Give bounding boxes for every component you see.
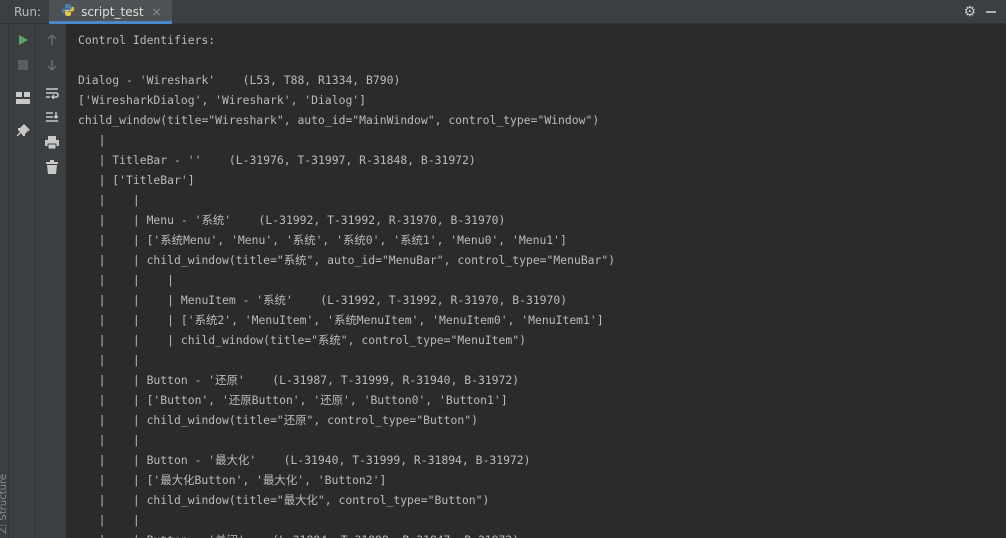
console-line: | | <box>78 513 140 527</box>
console-line: | | child_window(title="最大化", control_ty… <box>78 493 490 507</box>
console-line: | | | ['系统2', 'MenuItem', '系统MenuItem', … <box>78 313 604 327</box>
run-controls-strip <box>9 24 36 538</box>
console-line: | | child_window(title="系统", auto_id="Me… <box>78 253 616 267</box>
tab-script-test[interactable]: script_test × <box>49 0 172 24</box>
console-line: | | | child_window(title="系统", control_t… <box>78 333 526 347</box>
stop-icon[interactable] <box>13 55 33 75</box>
console-line: | | ['Button', '还原Button', '还原', 'Button… <box>78 393 508 407</box>
run-label: Run: <box>14 4 42 19</box>
soft-wrap-icon[interactable] <box>42 83 62 103</box>
minimize-icon[interactable] <box>986 10 996 13</box>
console-line: | | Menu - '系统' (L-31992, T-31992, R-319… <box>78 213 506 227</box>
arrow-down-icon[interactable] <box>42 55 62 75</box>
console-output[interactable]: Control Identifiers: Dialog - 'Wireshark… <box>68 24 1006 538</box>
console-line: | | Button - '还原' (L-31987, T-31999, R-3… <box>78 373 520 387</box>
console-line: Control Identifiers: <box>78 33 216 47</box>
left-tool-strip: Z: Structure <box>0 24 9 538</box>
console-line: | ['TitleBar'] <box>78 173 195 187</box>
console-line: | | child_window(title="还原", control_typ… <box>78 413 478 427</box>
scroll-to-end-icon[interactable] <box>42 107 62 127</box>
print-icon[interactable] <box>42 132 62 152</box>
console-line: | TitleBar - '' (L-31976, T-31997, R-318… <box>78 153 476 167</box>
close-icon[interactable]: × <box>152 6 162 18</box>
console-line: child_window(title="Wireshark", auto_id=… <box>78 113 600 127</box>
console-line: | | Button - '最大化' (L-31940, T-31999, R-… <box>78 453 531 467</box>
trash-icon[interactable] <box>42 157 62 177</box>
gear-icon[interactable]: ⚙ <box>963 5 976 19</box>
console-line: ['WiresharkDialog', 'Wireshark', 'Dialog… <box>78 93 367 107</box>
console-line: | | Button - '关闭' (L-31894, T-31999, R-3… <box>78 530 1006 538</box>
console-line: | | <box>78 353 140 367</box>
python-icon <box>61 2 75 21</box>
run-tool-window: Run: script_test × ⚙ Z: Structure Contro… <box>0 0 1006 538</box>
console-line: | | | MenuItem - '系统' (L-31992, T-31992,… <box>78 293 568 307</box>
run-toolbar-header: Run: script_test × ⚙ <box>0 0 1006 24</box>
layout-icon[interactable] <box>13 88 33 108</box>
pin-icon[interactable] <box>13 120 33 140</box>
console-line: | <box>78 133 106 147</box>
arrow-up-icon[interactable] <box>42 30 62 50</box>
console-line: | | ['最大化Button', '最大化', 'Button2'] <box>78 473 387 487</box>
console-line: | | ['系统Menu', 'Menu', '系统', '系统0', '系统1… <box>78 233 567 247</box>
tab-label: script_test <box>81 4 144 19</box>
console-line: Dialog - 'Wireshark' (L53, T88, R1334, B… <box>78 73 401 87</box>
console-line: | | <box>78 433 140 447</box>
console-line: | | <box>78 193 140 207</box>
play-icon[interactable] <box>13 30 33 50</box>
console-line: | | | <box>78 273 175 287</box>
console-actions-strip <box>36 24 67 538</box>
